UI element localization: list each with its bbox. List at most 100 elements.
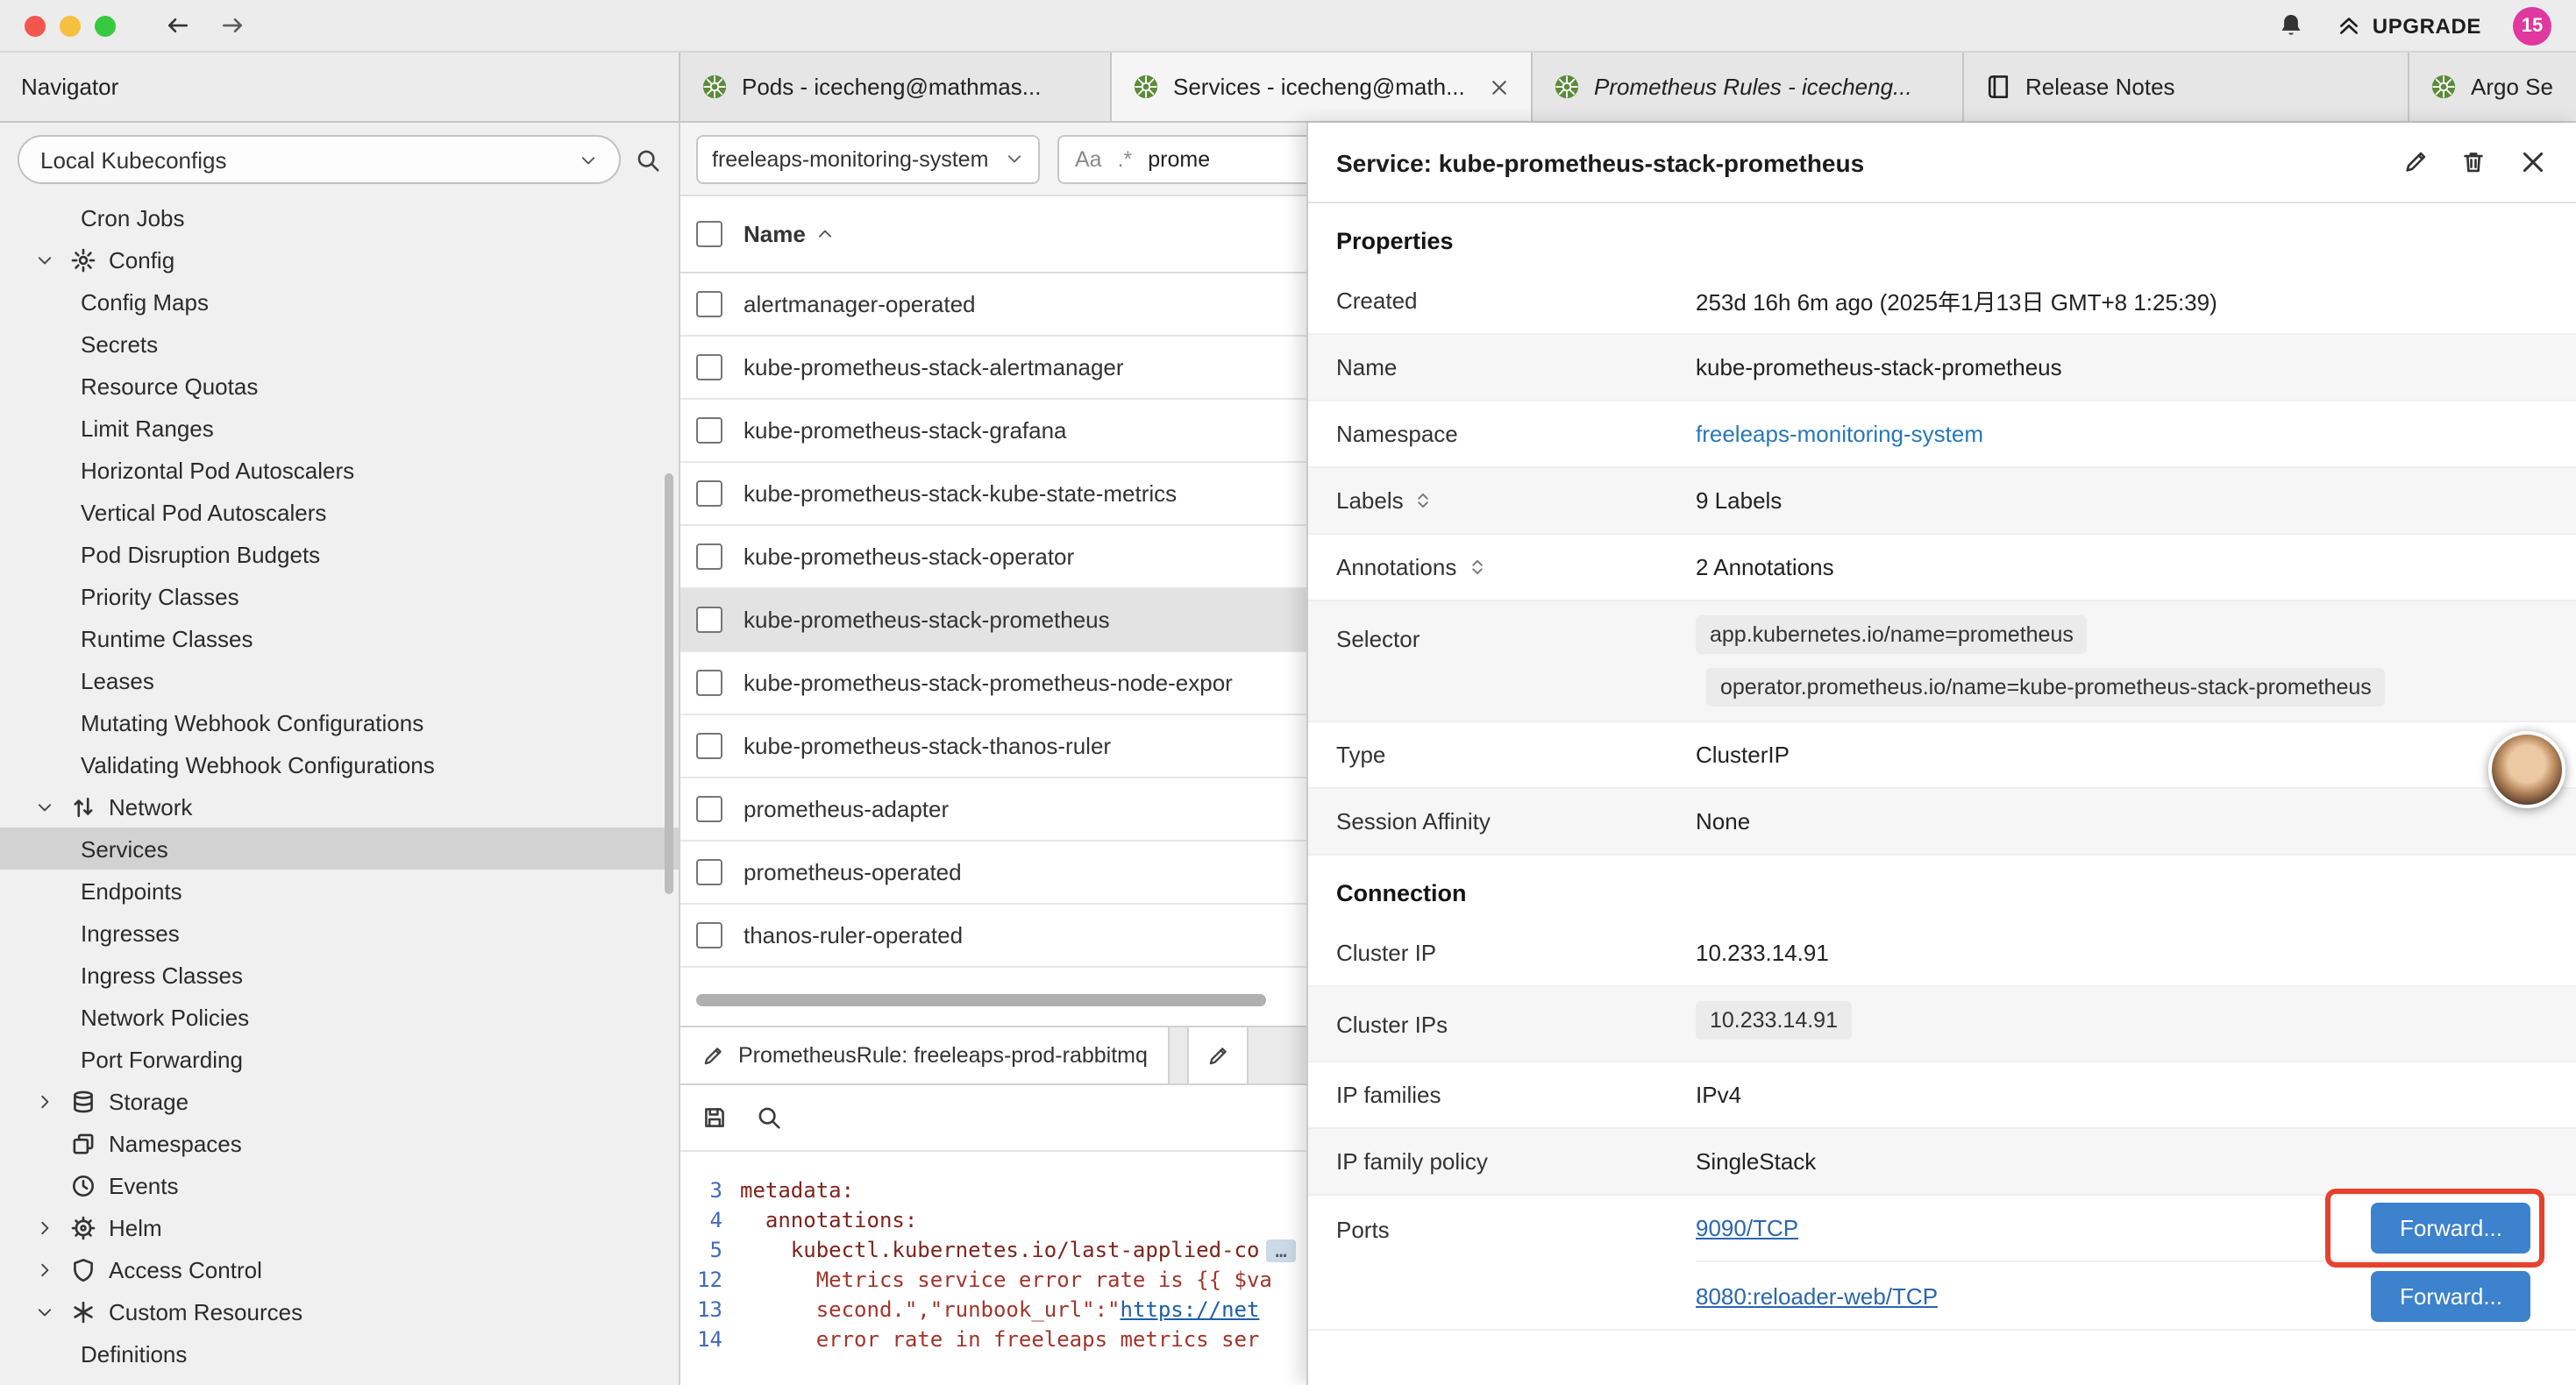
notification-count-badge[interactable]: 15 [2513, 6, 2551, 45]
minimize-window-button[interactable] [60, 15, 81, 36]
forward-nav-button[interactable] [219, 12, 246, 39]
edit-service-icon[interactable] [2402, 149, 2429, 175]
namespace-select[interactable]: freeleaps-monitoring-system [696, 134, 1040, 183]
sidebar-item-ingress-classes[interactable]: Ingress Classes [0, 954, 679, 996]
row-checkbox[interactable] [696, 859, 722, 885]
match-case-toggle[interactable]: Aa [1075, 146, 1102, 171]
tab-prometheus-rules-icecheng[interactable]: Prometheus Rules - icecheng... [1533, 53, 1964, 121]
expander-icon[interactable] [35, 1260, 60, 1279]
regex-toggle[interactable]: .* [1118, 146, 1133, 171]
tab-pods-icecheng-mathmas[interactable]: Pods - icecheng@mathmas... [680, 53, 1112, 121]
table-row[interactable]: alertmanager-operated [680, 273, 1306, 337]
save-icon[interactable] [701, 1104, 728, 1131]
sidebar-item-endpoints[interactable]: Endpoints [0, 870, 679, 912]
sidebar-item-leases[interactable]: Leases [0, 659, 679, 701]
row-checkbox[interactable] [696, 607, 722, 633]
sidebar-item-horizontal-pod-autoscalers[interactable]: Horizontal Pod Autoscalers [0, 449, 679, 491]
tab-services-icecheng-math[interactable]: Services - icecheng@math... [1112, 53, 1533, 121]
tab-release-notes[interactable]: Release Notes [1964, 53, 2409, 121]
table-row[interactable]: kube-prometheus-stack-prometheus [680, 589, 1306, 652]
delete-service-icon[interactable] [2460, 149, 2487, 175]
row-checkbox[interactable] [696, 733, 722, 759]
row-checkbox[interactable] [696, 417, 722, 444]
expand-toggle-icon[interactable] [1414, 491, 1434, 510]
tab-argo-se[interactable]: Argo Se [2409, 53, 2576, 121]
row-value: 10.233.14.91 [1696, 940, 2548, 966]
select-all-checkbox[interactable] [696, 221, 722, 247]
table-row[interactable]: prometheus-adapter [680, 778, 1306, 842]
table-row[interactable]: thanos-ruler-operated [680, 905, 1306, 968]
table-row[interactable]: kube-prometheus-stack-alertmanager [680, 337, 1306, 400]
table-row[interactable]: kube-prometheus-stack-grafana [680, 400, 1306, 463]
sidebar-item-resource-quotas[interactable]: Resource Quotas [0, 365, 679, 407]
row-checkbox[interactable] [696, 543, 722, 570]
expander-icon[interactable] [35, 1302, 60, 1321]
expander-icon[interactable] [35, 1091, 60, 1111]
kubeconfig-select[interactable]: Local Kubeconfigs [18, 135, 621, 184]
sidebar-item-vertical-pod-autoscalers[interactable]: Vertical Pod Autoscalers [0, 491, 679, 533]
notifications-bell-icon[interactable] [2278, 12, 2304, 39]
table-row[interactable]: prometheus-operated [680, 842, 1306, 905]
table-row[interactable]: kube-prometheus-stack-prometheus-node-ex… [680, 652, 1306, 715]
table-row[interactable]: kube-prometheus-stack-kube-state-metrics [680, 463, 1306, 526]
sidebar-item-custom-resources[interactable]: Custom Resources [0, 1290, 679, 1332]
editor[interactable]: 3metadata:4 annotations:5 kubectl.kubern… [680, 1152, 1306, 1385]
sidebar-item-services[interactable]: Services [0, 827, 679, 870]
sidebar-item-network[interactable]: Network [0, 785, 679, 827]
sidebar-item-helm[interactable]: Helm [0, 1206, 679, 1248]
editor-search-icon[interactable] [756, 1104, 782, 1131]
fold-indicator[interactable]: … [1266, 1239, 1295, 1262]
sidebar-item-namespaces[interactable]: Namespaces [0, 1122, 679, 1164]
sidebar-item-config-maps[interactable]: Config Maps [0, 281, 679, 323]
sidebar-item-mutating-webhook-configurations[interactable]: Mutating Webhook Configurations [0, 701, 679, 743]
sidebar-scrollbar[interactable] [665, 473, 673, 894]
namespace-link[interactable]: freeleaps-monitoring-system [1696, 421, 1983, 447]
sidebar-item-ingresses[interactable]: Ingresses [0, 912, 679, 954]
upgrade-button[interactable]: UPGRADE [2336, 12, 2481, 39]
forward-button[interactable]: Forward... [2372, 1203, 2530, 1254]
forward-button[interactable]: Forward... [2372, 1270, 2530, 1321]
close-drawer-icon[interactable] [2518, 147, 2548, 177]
sidebar-search-icon[interactable] [635, 146, 661, 173]
zoom-window-button[interactable] [95, 15, 116, 36]
sidebar-item-network-policies[interactable]: Network Policies [0, 996, 679, 1038]
port-link[interactable]: 9090/TCP [1696, 1215, 1798, 1241]
shield-icon [70, 1256, 98, 1282]
sidebar-item-priority-classes[interactable]: Priority Classes [0, 575, 679, 617]
table-row[interactable]: kube-prometheus-stack-thanos-ruler [680, 715, 1306, 778]
expander-icon[interactable] [35, 1218, 60, 1237]
sidebar-item-definitions[interactable]: Definitions [0, 1332, 679, 1374]
search-input[interactable]: Aa .* prome [1057, 134, 1306, 183]
sidebar-item-pod-disruption-budgets[interactable]: Pod Disruption Budgets [0, 533, 679, 575]
avatar[interactable] [2488, 731, 2565, 808]
sidebar-item-cron-jobs[interactable]: Cron Jobs [0, 196, 679, 238]
dock-tab-partial[interactable] [1188, 1027, 1249, 1083]
expand-toggle-icon[interactable] [1467, 558, 1486, 577]
row-checkbox[interactable] [696, 291, 722, 317]
expander-icon[interactable] [35, 797, 60, 816]
row-checkbox[interactable] [696, 480, 722, 507]
sidebar-item-access-control[interactable]: Access Control [0, 1248, 679, 1290]
sidebar-item-config[interactable]: Config [0, 238, 679, 281]
horizontal-scrollbar[interactable] [696, 994, 1266, 1006]
port-link[interactable]: 8080:reloader-web/TCP [1696, 1282, 1938, 1309]
back-button[interactable] [165, 12, 191, 39]
sidebar-item-storage[interactable]: Storage [0, 1080, 679, 1122]
name-column-header[interactable]: Name [744, 221, 836, 247]
close-icon[interactable] [1489, 76, 1510, 97]
sidebar-item-events[interactable]: Events [0, 1164, 679, 1206]
close-window-button[interactable] [25, 15, 46, 36]
sidebar-item-validating-webhook-configurations[interactable]: Validating Webhook Configurations [0, 743, 679, 785]
sidebar-item-limit-ranges[interactable]: Limit Ranges [0, 407, 679, 449]
row-checkbox[interactable] [696, 796, 722, 822]
table-row[interactable]: kube-prometheus-stack-operator [680, 526, 1306, 589]
row-checkbox[interactable] [696, 354, 722, 380]
dock-tab-prometheusrule[interactable]: PrometheusRule: freeleaps-prod-rabbitmq [680, 1027, 1171, 1083]
row-checkbox[interactable] [696, 670, 722, 696]
sidebar-item-port-forwarding[interactable]: Port Forwarding [0, 1038, 679, 1080]
sort-ascending-icon [816, 224, 836, 244]
sidebar-item-secrets[interactable]: Secrets [0, 323, 679, 365]
row-checkbox[interactable] [696, 922, 722, 948]
expander-icon[interactable] [35, 250, 60, 269]
sidebar-item-runtime-classes[interactable]: Runtime Classes [0, 617, 679, 659]
